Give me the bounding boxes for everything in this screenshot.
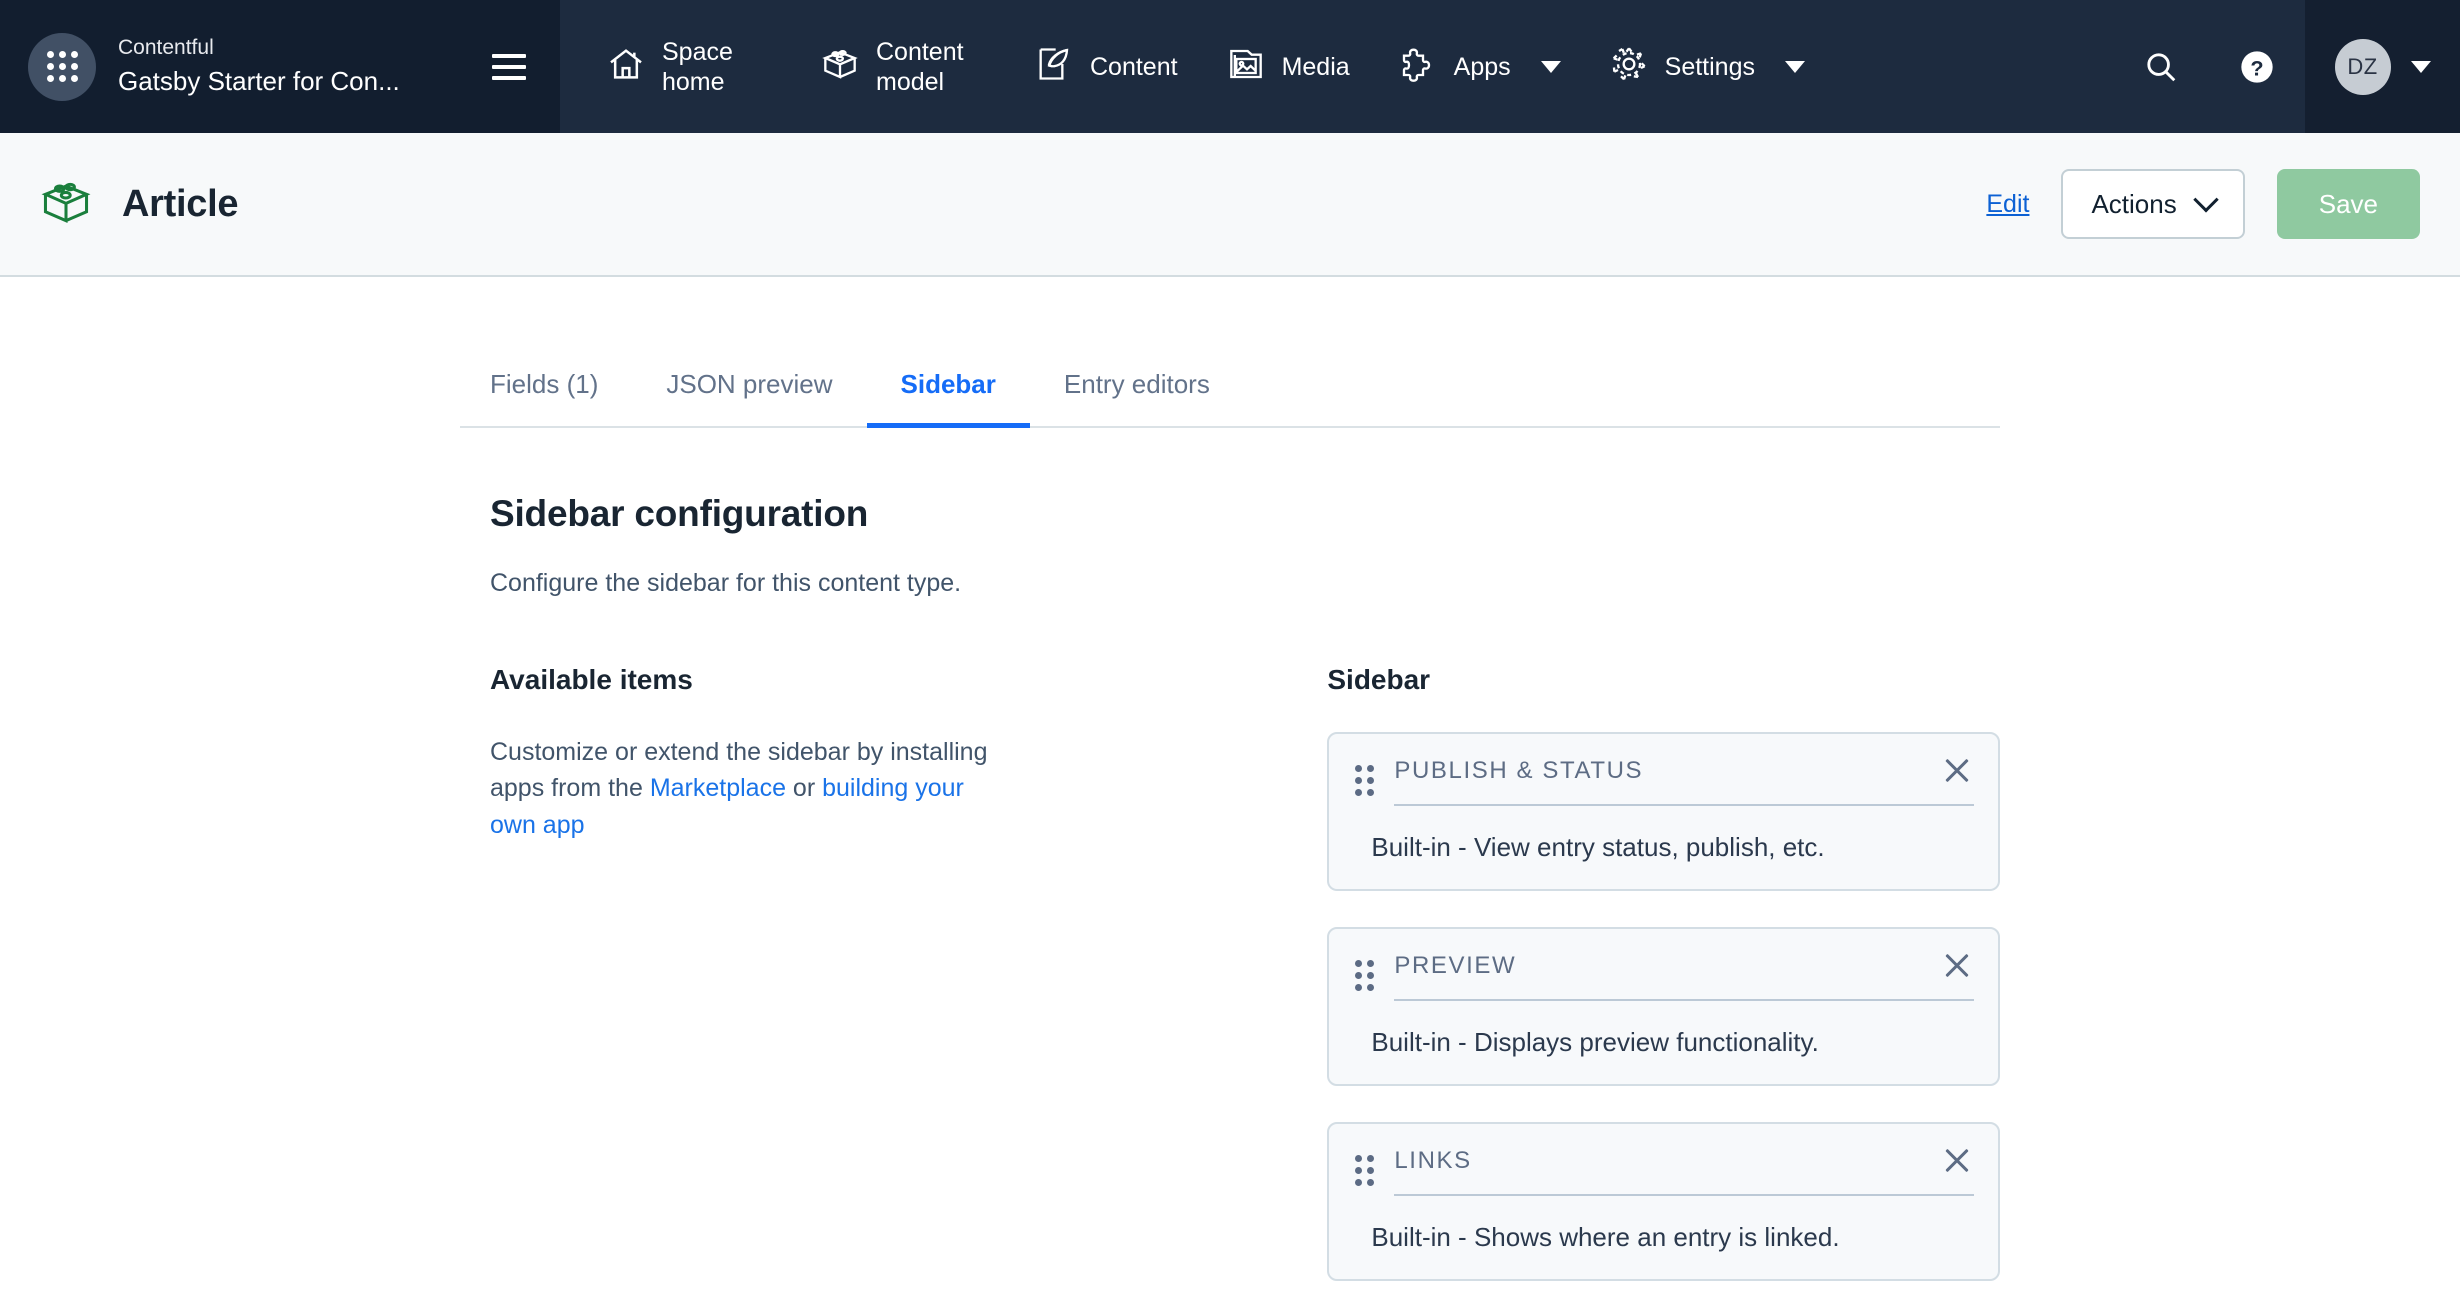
content-type-lego-icon [38,174,94,235]
content-model-icon [820,44,860,89]
actions-button-label: Actions [2091,189,2176,220]
home-icon [606,44,646,89]
card-title: PUBLISH & STATUS [1394,757,1643,785]
sidebar-widget-card[interactable]: PUBLISH & STATUS Built-in - View entry s… [1327,732,2000,891]
hamburger-menu-icon[interactable] [492,44,538,90]
page-title: Article [122,183,238,226]
search-icon[interactable] [2113,0,2209,133]
tab-entry-editors[interactable]: Entry editors [1030,347,1244,426]
available-items-text: Customize or extend the sidebar by insta… [490,734,1004,843]
section-subtitle: Configure the sidebar for this content t… [490,569,2000,598]
drag-handle-icon[interactable] [1353,958,1376,993]
page-header: Article Edit Actions Save [0,133,2460,277]
edit-link[interactable]: Edit [1986,190,2029,219]
card-header-main: PUBLISH & STATUS [1394,754,1974,806]
nav-label: Media [1282,52,1350,82]
card-title: PREVIEW [1394,952,1516,980]
close-icon[interactable] [1940,1144,1974,1178]
tab-sidebar[interactable]: Sidebar [867,347,1030,426]
tab-fields[interactable]: Fields (1) [460,347,632,426]
sidebar-widget-card[interactable]: PREVIEW Built-in - Displays preview func… [1327,927,2000,1086]
section-title: Sidebar configuration [490,493,2000,535]
settings-gear-icon [1609,44,1649,89]
nav-item-content-model[interactable]: Content model [796,0,1010,133]
save-button[interactable]: Save [2277,169,2420,239]
nav-item-apps[interactable]: Apps [1374,0,1585,133]
nav-right-tools: ? DZ [2113,0,2460,133]
close-icon[interactable] [1940,754,1974,788]
nav-label: Apps [1454,52,1511,82]
top-navbar: Contentful Gatsby Starter for Con... Spa… [0,0,2460,133]
card-title: LINKS [1394,1147,1471,1175]
available-text-middle: or [786,774,822,802]
header-actions: Edit Actions Save [1986,169,2420,239]
svg-text:?: ? [2250,55,2263,80]
sidebar-widget-card[interactable]: LINKS Built-in - Shows where an entry is… [1327,1122,2000,1281]
nav-item-content[interactable]: Content [1010,0,1202,133]
marketplace-link[interactable]: Marketplace [650,774,786,802]
card-header: PREVIEW [1353,949,1974,1001]
nav-items: Space home Content model [560,0,2113,133]
drag-handle-icon[interactable] [1353,763,1376,798]
help-circle-icon[interactable]: ? [2209,0,2305,133]
nav-item-media[interactable]: Media [1202,0,1374,133]
space-labels: Contentful Gatsby Starter for Con... [118,33,492,100]
content-quill-icon [1034,44,1074,89]
nav-label: Settings [1665,52,1755,82]
card-header-main: LINKS [1394,1144,1974,1196]
available-items-column: Available items Customize or extend the … [490,664,1004,1281]
chevron-down-icon [2411,61,2431,73]
media-image-icon [1226,44,1266,89]
sidebar-heading: Sidebar [1327,664,2000,696]
app-grid-icon[interactable] [28,33,96,101]
chevron-down-icon [1541,61,1561,73]
close-icon[interactable] [1940,949,1974,983]
config-columns: Available items Customize or extend the … [460,664,2000,1281]
nav-label: Content [1090,52,1178,82]
avatar: DZ [2335,39,2391,95]
sidebar-column: Sidebar PUBLISH & STATUS Built-in - View… [1327,664,2000,1281]
card-header-main: PREVIEW [1394,949,1974,1001]
nav-item-space-home[interactable]: Space home [582,0,796,133]
card-description: Built-in - Displays preview functionalit… [1371,1027,1974,1058]
card-description: Built-in - View entry status, publish, e… [1371,832,1974,863]
space-selector[interactable]: Contentful Gatsby Starter for Con... [0,0,560,133]
org-name: Contentful [118,33,492,63]
apps-puzzle-icon [1398,44,1438,89]
page-title-group: Article [38,174,1986,235]
nav-item-settings[interactable]: Settings [1585,0,1829,133]
tab-bar: Fields (1) JSON preview Sidebar Entry ed… [460,347,2000,428]
nav-label: Space home [662,37,772,97]
drag-handle-icon[interactable] [1353,1153,1376,1188]
card-header: PUBLISH & STATUS [1353,754,1974,806]
account-menu[interactable]: DZ [2305,0,2460,133]
card-header: LINKS [1353,1144,1974,1196]
card-description: Built-in - Shows where an entry is linke… [1371,1222,1974,1253]
available-items-heading: Available items [490,664,1004,696]
space-name: Gatsby Starter for Con... [118,63,492,100]
chevron-down-icon [1785,61,1805,73]
tab-json-preview[interactable]: JSON preview [632,347,866,426]
actions-button[interactable]: Actions [2061,169,2244,239]
nav-label: Content model [876,37,986,97]
chevron-down-icon [2193,187,2218,212]
main-content: Fields (1) JSON preview Sidebar Entry ed… [0,347,2460,1281]
